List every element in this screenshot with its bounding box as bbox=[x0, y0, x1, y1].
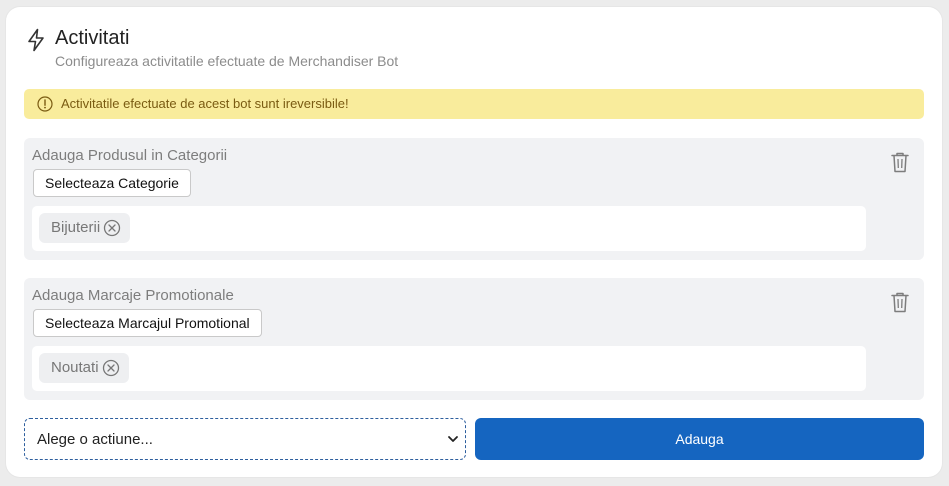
chevron-down-icon bbox=[448, 436, 458, 442]
select-category-button[interactable]: Selecteaza Categorie bbox=[33, 169, 191, 197]
category-tag: Bijuterii bbox=[39, 213, 131, 243]
selected-categories-box: Bijuterii bbox=[32, 206, 866, 251]
remove-circle-icon[interactable] bbox=[103, 219, 121, 237]
warning-alert: Activitatile efectuate de acest bot sunt… bbox=[24, 89, 924, 119]
trash-icon[interactable] bbox=[890, 151, 910, 173]
remove-circle-icon[interactable] bbox=[102, 359, 120, 377]
section-promo-badges: Adauga Marcaje Promotionale Selecteaza M… bbox=[24, 278, 924, 400]
trash-icon[interactable] bbox=[890, 291, 910, 313]
activities-card: Activitati Configureaza activitatile efe… bbox=[6, 7, 942, 477]
page-title: Activitati bbox=[55, 27, 130, 49]
section-add-to-categories: Adauga Produsul in Categorii Selecteaza … bbox=[24, 138, 924, 260]
add-button[interactable]: Adauga bbox=[475, 418, 924, 460]
lightning-icon bbox=[28, 28, 44, 52]
action-select[interactable]: Alege o actiune... bbox=[24, 418, 466, 460]
section-title: Adauga Marcaje Promotionale bbox=[32, 287, 234, 304]
action-select-value: Alege o actiune... bbox=[37, 431, 153, 448]
page-subtitle: Configureaza activitatile efectuate de M… bbox=[55, 53, 399, 69]
tag-label: Noutati bbox=[51, 359, 99, 376]
section-title: Adauga Produsul in Categorii bbox=[32, 147, 228, 164]
badge-tag: Noutati bbox=[39, 353, 129, 383]
select-promo-badge-button[interactable]: Selecteaza Marcajul Promotional bbox=[33, 309, 262, 337]
alert-text: Activitatile efectuate de acest bot sunt… bbox=[61, 96, 349, 111]
selected-badges-box: Noutati bbox=[32, 346, 866, 391]
tag-label: Bijuterii bbox=[51, 219, 101, 236]
info-icon bbox=[37, 96, 53, 112]
